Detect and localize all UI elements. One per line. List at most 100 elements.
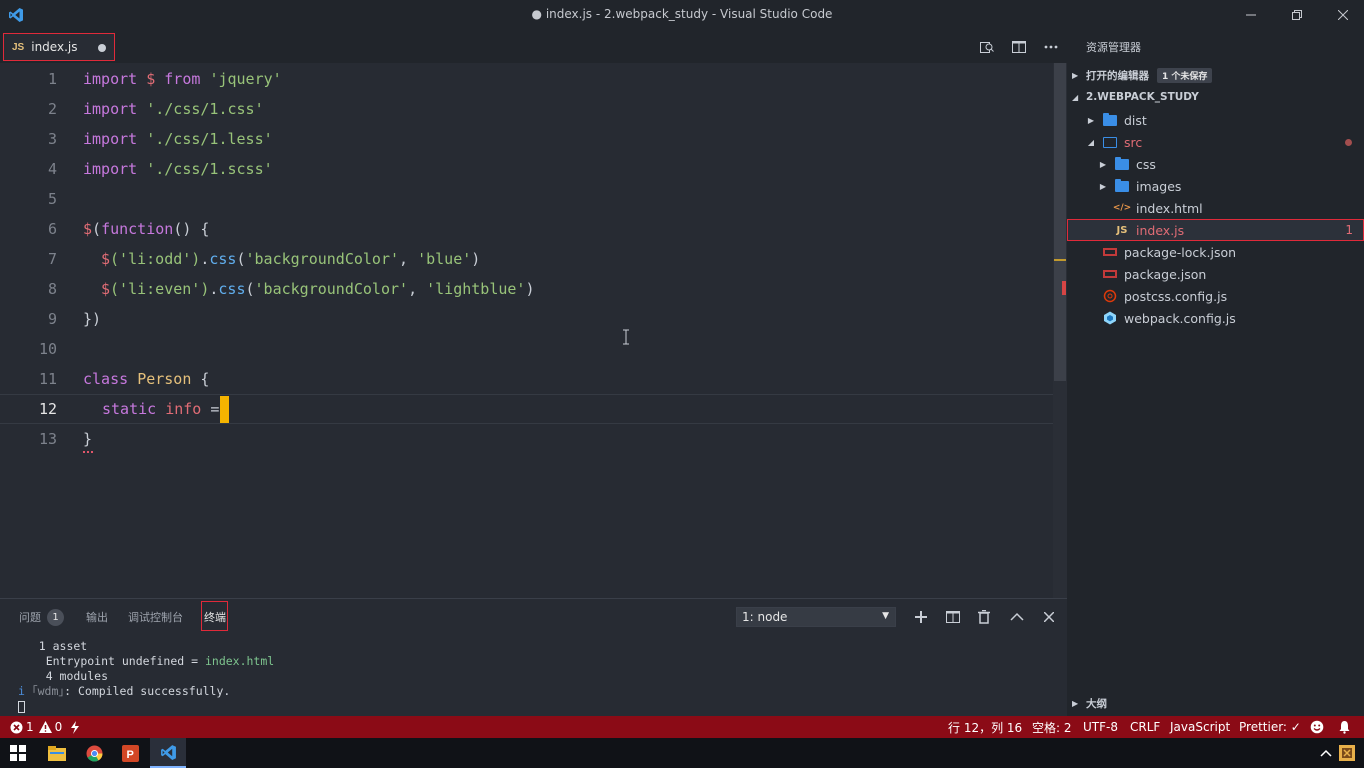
line-number: 8 bbox=[47, 280, 57, 298]
chevron-right-icon: ▶ bbox=[1072, 70, 1079, 80]
tree-file-index-html[interactable]: </> index.html bbox=[1067, 197, 1364, 219]
editor-tab-index-js[interactable]: JS index.js bbox=[3, 33, 115, 61]
taskbar-chrome[interactable] bbox=[76, 738, 112, 768]
active-tab-highlight bbox=[201, 601, 228, 631]
folder-icon bbox=[1114, 156, 1130, 171]
restore-icon bbox=[1292, 10, 1302, 20]
lightning-button[interactable] bbox=[70, 716, 80, 738]
chevron-down-icon: ◢ bbox=[1087, 137, 1095, 147]
tree-folder-dist[interactable]: ▶ dist bbox=[1067, 109, 1364, 131]
code-text: static info = bbox=[102, 395, 230, 423]
file-explorer-icon bbox=[48, 745, 66, 761]
webpack-file-icon bbox=[1102, 311, 1118, 325]
code-line: 10 bbox=[0, 334, 1053, 364]
scrollbar-error-marker bbox=[1062, 281, 1066, 295]
folder-icon bbox=[1102, 112, 1118, 127]
eol-status[interactable]: CRLF bbox=[1130, 716, 1160, 738]
postcss-file-icon bbox=[1102, 289, 1118, 303]
tree-file-postcss-config[interactable]: postcss.config.js bbox=[1067, 285, 1364, 307]
warning-icon bbox=[38, 721, 52, 733]
cursor-position[interactable]: 行 12，列 16 bbox=[948, 716, 1022, 738]
chevron-right-icon: ▶ bbox=[1072, 698, 1079, 708]
project-section[interactable]: ◢ 2.WEBPACK_STUDY bbox=[1067, 86, 1364, 108]
editor-tab-bar: JS index.js bbox=[0, 30, 1067, 63]
line-number: 7 bbox=[47, 250, 57, 268]
close-panel-button[interactable] bbox=[1037, 605, 1061, 629]
svg-text:P: P bbox=[126, 749, 133, 761]
npm-file-icon bbox=[1102, 245, 1118, 259]
folder-icon bbox=[1114, 178, 1130, 193]
taskbar-file-explorer[interactable] bbox=[39, 738, 75, 768]
tab-problems[interactable]: 问题 1 bbox=[19, 599, 64, 635]
code-text: $('li:even').css('backgroundColor', 'lig… bbox=[101, 280, 535, 298]
taskbar-powerpoint[interactable]: P bbox=[112, 738, 148, 768]
code-text: $('li:odd').css('backgroundColor', 'blue… bbox=[101, 250, 481, 268]
tree-folder-src[interactable]: ◢ src bbox=[1067, 131, 1364, 153]
error-squiggle bbox=[83, 449, 93, 453]
kill-terminal-button[interactable] bbox=[972, 605, 996, 629]
tray-app-button[interactable] bbox=[1332, 738, 1362, 768]
open-changes-icon bbox=[980, 41, 994, 53]
restore-button[interactable] bbox=[1274, 0, 1320, 30]
mouse-ibeam-icon bbox=[622, 329, 630, 345]
tree-folder-images[interactable]: ▶ images bbox=[1067, 175, 1364, 197]
text-cursor bbox=[220, 395, 230, 423]
line-number: 3 bbox=[47, 130, 57, 148]
split-editor-button[interactable] bbox=[1003, 30, 1035, 63]
encoding-status[interactable]: UTF-8 bbox=[1083, 716, 1118, 738]
minimize-button[interactable] bbox=[1228, 0, 1274, 30]
editor-scrollbar-thumb[interactable] bbox=[1054, 63, 1066, 381]
open-changes-button[interactable] bbox=[971, 30, 1003, 63]
scrollbar-cursor-marker bbox=[1054, 259, 1066, 261]
outline-section[interactable]: ▶ 大纲 bbox=[1067, 692, 1364, 714]
minimize-icon bbox=[1246, 14, 1256, 16]
tree-file-package-lock-json[interactable]: package-lock.json bbox=[1067, 241, 1364, 263]
powerpoint-icon: P bbox=[121, 744, 139, 762]
chrome-icon bbox=[86, 745, 102, 761]
html-file-icon: </> bbox=[1112, 203, 1132, 213]
code-line: 3 import './css/1.less' bbox=[0, 124, 1053, 154]
status-bar: 1 0 行 12，列 16 空格: 2 UTF-8 CRLF JavaScrip… bbox=[0, 716, 1364, 738]
unsaved-dot-icon[interactable] bbox=[98, 44, 106, 52]
terminal-output[interactable]: 1 asset Entrypoint undefined = index.htm… bbox=[18, 639, 274, 699]
terminal-select[interactable]: 1: node ▼ bbox=[736, 607, 896, 627]
close-window-button[interactable] bbox=[1320, 0, 1364, 30]
explorer-title: 资源管理器 bbox=[1086, 41, 1141, 54]
tab-output[interactable]: 输出 bbox=[86, 599, 108, 635]
code-line: 1 import $ from 'jquery' bbox=[0, 64, 1053, 94]
tree-file-package-json[interactable]: package.json bbox=[1067, 263, 1364, 285]
start-button[interactable] bbox=[0, 738, 36, 768]
code-line: 4 import './css/1.scss' bbox=[0, 154, 1053, 184]
code-editor[interactable]: 1 import $ from 'jquery' 2 import './css… bbox=[0, 63, 1067, 598]
line-number: 4 bbox=[47, 160, 57, 178]
chevron-down-icon: ◢ bbox=[1072, 92, 1079, 102]
new-terminal-button[interactable] bbox=[909, 605, 933, 629]
chevron-up-icon bbox=[1320, 749, 1332, 757]
os-taskbar: P bbox=[0, 738, 1364, 768]
taskbar-vscode[interactable] bbox=[150, 738, 186, 768]
indentation-status[interactable]: 空格: 2 bbox=[1032, 716, 1072, 738]
folder-open-icon bbox=[1102, 135, 1118, 149]
more-actions-button[interactable] bbox=[1035, 30, 1067, 63]
plus-icon bbox=[915, 611, 927, 623]
tree-file-webpack-config[interactable]: webpack.config.js bbox=[1067, 307, 1364, 329]
window-title: ● index.js - 2.webpack_study - Visual St… bbox=[531, 7, 833, 21]
trash-icon bbox=[978, 610, 990, 624]
notifications-button[interactable] bbox=[1338, 716, 1351, 738]
feedback-button[interactable] bbox=[1310, 716, 1324, 738]
unsaved-count-badge: 1 个未保存 bbox=[1157, 67, 1213, 83]
prettier-status[interactable]: Prettier: ✓ bbox=[1239, 716, 1301, 738]
split-terminal-button[interactable] bbox=[941, 605, 965, 629]
code-text: class Person { bbox=[83, 370, 210, 388]
tree-file-index-js[interactable]: JS index.js 1 bbox=[1067, 219, 1364, 241]
chevron-up-icon bbox=[1010, 612, 1024, 621]
open-editors-section[interactable]: ▶ 打开的编辑器 1 个未保存 bbox=[1067, 64, 1364, 86]
smiley-icon bbox=[1310, 720, 1324, 734]
language-mode[interactable]: JavaScript bbox=[1170, 716, 1230, 738]
tree-folder-css[interactable]: ▶ css bbox=[1067, 153, 1364, 175]
problems-status[interactable]: 1 0 bbox=[10, 716, 62, 738]
tab-debug-console[interactable]: 调试控制台 bbox=[128, 599, 183, 635]
tab-label: index.js bbox=[31, 40, 78, 54]
maximize-panel-button[interactable] bbox=[1005, 605, 1029, 629]
windows-logo-icon bbox=[10, 745, 26, 761]
